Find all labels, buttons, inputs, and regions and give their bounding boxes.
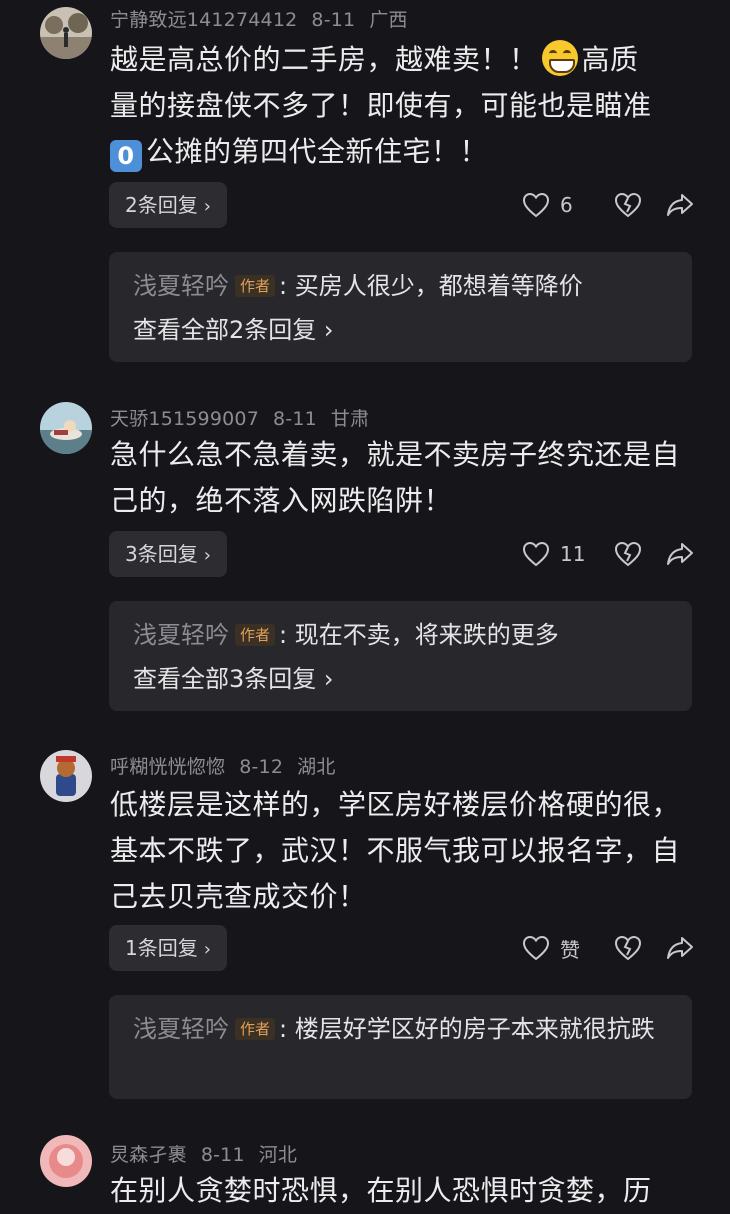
like-button[interactable]: 6 [522, 192, 592, 218]
chevron-right-icon: › [203, 196, 211, 217]
comment-location: 河北 [258, 1144, 298, 1166]
comment-item: 天骄151599007 8-11 甘肃 急什么急不急着卖，就是不卖房子终究还是自己的… [0, 380, 730, 730]
share-icon [667, 543, 693, 565]
comment-actions: 赞 [522, 925, 694, 971]
replies-label: 2条回复 [125, 193, 198, 217]
author-badge: 作者 [235, 275, 276, 297]
share-icon [667, 194, 693, 216]
sub-reply-box[interactable]: 浅夏轻吟 作者: 楼层好学区好的房子本来就很抗跌 [109, 995, 692, 1099]
sub-reply-separator: : [279, 621, 295, 649]
share-button[interactable] [664, 541, 694, 567]
keycap-zero-icon: 0 [110, 140, 142, 172]
username[interactable]: 呼糊恍恍惚惚 [110, 756, 225, 778]
username[interactable]: 天骄151599007 [110, 408, 259, 430]
comment-item: 呼糊恍恍惚惚 8-12 湖北 低楼层是这样的，学区房好楼层价格硬的很，基本不跌了，武… [0, 730, 730, 1120]
chevron-right-icon: › [203, 939, 211, 960]
comment-item: 炅森孑裹 8-11 河北 在别人贪婪时恐惧，在别人恐惧时贪婪，历 [0, 1120, 730, 1207]
replies-button[interactable]: 3条回复 › [109, 531, 227, 577]
comment-text: 低楼层是这样的，学区房好楼层价格硬的很，基本不跌了，武汉！不服气我可以报名字，自… [110, 788, 681, 913]
grinning-face-icon [541, 40, 578, 76]
broken-heart-icon [614, 935, 642, 961]
share-icon [667, 937, 693, 959]
comment-location: 湖北 [297, 756, 336, 778]
like-button[interactable]: 11 [522, 541, 592, 567]
sub-reply-separator: : [279, 1015, 295, 1043]
dislike-button[interactable] [592, 935, 664, 961]
chevron-right-icon: › [203, 545, 211, 566]
heart-icon [522, 935, 550, 961]
dislike-button[interactable] [592, 541, 664, 567]
like-count: 6 [560, 193, 573, 217]
share-button[interactable] [664, 192, 694, 218]
like-count: 11 [560, 542, 586, 566]
broken-heart-icon [614, 541, 642, 567]
replies-label: 3条回复 [125, 542, 198, 566]
chevron-right-icon: › [323, 316, 334, 344]
chevron-right-icon: › [323, 665, 334, 693]
username[interactable]: 宁静致远141274412 [110, 9, 297, 31]
comment-text: 急什么急不急着卖，就是不卖房子终究还是自己的，绝不落入网跌陷阱！ [110, 438, 681, 517]
sub-reply-separator: : [279, 272, 295, 300]
comment-actions: 6 [522, 182, 694, 228]
sub-reply-text: 楼层好学区好的房子本来就很抗跌 [294, 1015, 655, 1043]
comment-text-line: 公摊的第四代全新住宅！！ [146, 135, 489, 168]
comment-location: 甘肃 [330, 408, 370, 430]
sub-reply-box[interactable]: 浅夏轻吟 作者: 买房人很少，都想着等降价 查看全部2条回复 › [109, 252, 692, 362]
sub-reply-text: 买房人很少，都想着等降价 [294, 272, 583, 300]
comment-date: 8-12 [239, 756, 284, 778]
comment-location: 广西 [369, 9, 408, 31]
author-badge: 作者 [235, 1018, 276, 1040]
comment-meta: 天骄151599007 8-11 甘肃 [110, 404, 383, 431]
sub-reply-text: 现在不卖，将来跌的更多 [294, 621, 559, 649]
replies-label: 1条回复 [125, 936, 198, 960]
like-count: 赞 [560, 937, 580, 962]
share-button[interactable] [664, 935, 694, 961]
replies-button[interactable]: 1条回复 › [109, 925, 227, 971]
author-badge: 作者 [235, 624, 276, 646]
avatar[interactable] [40, 402, 92, 454]
comment-text: 越是高总价的二手房，越难卖！！ 高质 量的接盘侠不多了！即使有，可能也是瞄准 0公… [110, 37, 700, 175]
comment-text-line: 高质 [581, 43, 639, 76]
comment-actions: 11 [522, 531, 694, 577]
dislike-button[interactable] [592, 192, 664, 218]
avatar[interactable] [40, 750, 92, 802]
comment-text: 在别人贪婪时恐惧，在别人恐惧时贪婪，历 [110, 1174, 652, 1207]
comment-date: 8-11 [200, 1144, 245, 1166]
sub-reply-box[interactable]: 浅夏轻吟 作者: 现在不卖，将来跌的更多 查看全部3条回复 › [109, 601, 692, 711]
sub-reply-author[interactable]: 浅夏轻吟 [133, 621, 229, 649]
view-all-replies-link[interactable]: 查看全部3条回复 › [133, 665, 334, 693]
comment-meta: 呼糊恍恍惚惚 8-12 湖北 [110, 752, 350, 779]
heart-icon [522, 541, 550, 567]
sub-reply-author[interactable]: 浅夏轻吟 [133, 1015, 229, 1043]
sub-reply-author[interactable]: 浅夏轻吟 [133, 272, 229, 300]
like-button[interactable]: 赞 [522, 934, 592, 963]
heart-icon [522, 192, 550, 218]
replies-button[interactable]: 2条回复 › [109, 182, 227, 228]
comment-meta: 炅森孑裹 8-11 河北 [110, 1140, 311, 1167]
avatar[interactable] [40, 1135, 92, 1187]
broken-heart-icon [614, 192, 642, 218]
comment-text-line: 量的接盘侠不多了！即使有，可能也是瞄准 [110, 89, 652, 122]
view-all-replies-link[interactable]: 查看全部2条回复 › [133, 316, 334, 344]
comment-date: 8-11 [311, 9, 356, 31]
comment-text-line: 越是高总价的二手房，越难卖！！ [110, 43, 538, 76]
comment-date: 8-11 [273, 408, 317, 430]
username[interactable]: 炅森孑裹 [110, 1144, 187, 1166]
comment-meta: 宁静致远141274412 8-11 广西 [110, 5, 422, 32]
avatar[interactable] [40, 7, 92, 59]
comment-item: 宁静致远141274412 8-11 广西 越是高总价的二手房，越难卖！！ 高质 量的… [0, 0, 730, 380]
